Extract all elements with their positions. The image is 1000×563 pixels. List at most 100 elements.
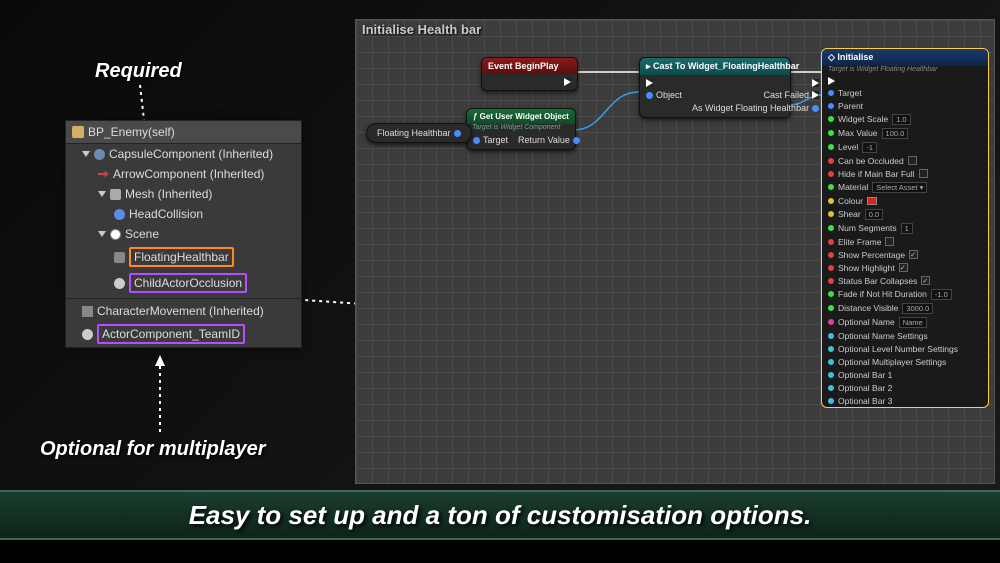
checkbox[interactable] [885, 237, 894, 246]
property-pin[interactable]: Optional Bar 3 [822, 394, 988, 407]
var-out-pin[interactable] [454, 130, 461, 137]
property-pin[interactable]: Optional Level Number Settings [822, 342, 988, 355]
property-label: Colour [838, 196, 863, 206]
checkbox[interactable] [909, 250, 918, 259]
component-item[interactable]: ActorComponent_TeamID [66, 321, 301, 347]
property-pin[interactable]: Widget Scale 1.0 [822, 112, 988, 126]
color-swatch[interactable] [867, 197, 877, 205]
pin-icon [828, 225, 834, 231]
property-pin[interactable]: Target [822, 86, 988, 99]
property-pin[interactable]: Hide if Main Bar Full [822, 167, 988, 180]
property-label: Fade if Not Hit Duration [838, 289, 927, 299]
property-label: Max Value [838, 128, 878, 138]
expand-icon[interactable] [98, 231, 106, 237]
pin-icon [828, 333, 834, 339]
property-pin[interactable]: Status Bar Collapses [822, 274, 988, 287]
pin-icon [828, 305, 834, 311]
checkbox[interactable] [899, 263, 908, 272]
component-item[interactable]: ArrowComponent (Inherited) [66, 164, 301, 184]
exec-in-pin[interactable] [646, 79, 682, 87]
property-pin[interactable]: Optional Bar 1 [822, 368, 988, 381]
bottom-banner: Easy to set up and a ton of customisatio… [0, 490, 1000, 540]
component-item[interactable]: ChildActorOcclusion [66, 270, 301, 296]
property-pin[interactable]: Shear 0.0 [822, 207, 988, 221]
property-pin[interactable]: Elite Frame [822, 235, 988, 248]
property-pin[interactable]: Optional Bar 2 [822, 381, 988, 394]
property-pin[interactable]: Num Segments 1 [822, 221, 988, 235]
cast-failed-pin[interactable]: Cast Failed [764, 90, 820, 100]
property-pin[interactable]: Parent [822, 99, 988, 112]
cast-out-pin[interactable]: As Widget Floating Healthbar [692, 103, 819, 113]
value-input[interactable]: -1.0 [931, 289, 952, 300]
pin-icon [828, 265, 834, 271]
return-pin[interactable]: Return Value [518, 135, 580, 145]
component-item[interactable]: HeadCollision [66, 204, 301, 224]
component-item[interactable]: CharacterMovement (Inherited) [66, 301, 301, 321]
blueprint-graph[interactable]: Initialise Health bar Event BeginPlay ▸ … [355, 19, 995, 484]
node-variable[interactable]: Floating Healthbar [366, 123, 472, 143]
component-item[interactable]: FloatingHealthbar [66, 244, 301, 270]
sphere-icon [114, 209, 125, 220]
property-label: Can be Occluded [838, 156, 904, 166]
property-label: Widget Scale [838, 114, 888, 124]
asset-picker[interactable]: Select Asset ▾ [872, 182, 927, 193]
checkbox[interactable] [908, 156, 917, 165]
expand-icon[interactable] [82, 151, 90, 157]
node-initialise[interactable]: ◇ Initialise Target is Widget Floating H… [821, 48, 989, 408]
property-label: Material [838, 182, 868, 192]
exec-in-pin[interactable] [822, 75, 988, 86]
property-pin[interactable]: Max Value 100.0 [822, 126, 988, 140]
value-input[interactable]: 1 [901, 223, 913, 234]
property-pin[interactable]: Optional Multiplayer Settings [822, 355, 988, 368]
node-get-widget[interactable]: ƒ Get User Widget Object Target is Widge… [466, 108, 576, 150]
node-begin-play[interactable]: Event BeginPlay [481, 57, 578, 91]
expand-icon[interactable] [98, 191, 106, 197]
component-item[interactable]: Mesh (Inherited) [66, 184, 301, 204]
pin-icon [828, 184, 834, 190]
value-input[interactable]: 100.0 [882, 128, 909, 139]
component-label: ChildActorOcclusion [129, 273, 247, 293]
property-pin[interactable]: Level -1 [822, 140, 988, 154]
component-root[interactable]: BP_Enemy(self) [66, 121, 301, 144]
property-label: Parent [838, 101, 863, 111]
component-label: CapsuleComponent (Inherited) [109, 147, 273, 161]
property-pin[interactable]: Can be Occluded [822, 154, 988, 167]
property-pin[interactable]: Show Highlight [822, 261, 988, 274]
node-cast[interactable]: ▸ Cast To Widget_FloatingHealthbar Objec… [639, 57, 791, 118]
value-input[interactable]: 0.0 [865, 209, 883, 220]
value-input[interactable]: 3000.0 [902, 303, 933, 314]
property-pin[interactable]: Colour [822, 194, 988, 207]
property-label: Show Highlight [838, 263, 895, 273]
property-label: Optional Level Number Settings [838, 344, 958, 354]
target-pin[interactable]: Target [473, 135, 508, 145]
pin-icon [828, 116, 834, 122]
checkbox[interactable] [921, 276, 930, 285]
pin-icon [828, 398, 834, 404]
value-input[interactable]: 1.0 [892, 114, 910, 125]
property-label: Status Bar Collapses [838, 276, 917, 286]
component-item[interactable]: Scene [66, 224, 301, 244]
value-input[interactable]: Name [899, 317, 927, 328]
property-pin[interactable]: Material Select Asset ▾ [822, 180, 988, 194]
property-pin[interactable]: Show Percentage [822, 248, 988, 261]
property-label: Optional Name [838, 317, 895, 327]
value-input[interactable]: -1 [862, 142, 877, 153]
object-pin[interactable]: Object [646, 90, 682, 100]
property-pin[interactable]: Optional Name Name [822, 315, 988, 329]
component-item[interactable]: CapsuleComponent (Inherited) [66, 144, 301, 164]
property-pin[interactable]: Fade if Not Hit Duration -1.0 [822, 287, 988, 301]
pin-icon [828, 385, 834, 391]
pin-icon [828, 90, 834, 96]
property-pin[interactable]: Distance Visible 3000.0 [822, 301, 988, 315]
property-pin[interactable]: Optional Name Settings [822, 329, 988, 342]
exec-out-pin[interactable] [812, 79, 819, 87]
pin-icon [828, 359, 834, 365]
property-label: Optional Multiplayer Settings [838, 357, 946, 367]
pin-icon [828, 158, 834, 164]
node-header: ▸ Cast To Widget_FloatingHealthbar [640, 58, 790, 75]
exec-pin-icon[interactable] [564, 78, 571, 86]
property-label: Shear [838, 209, 861, 219]
property-label: Optional Bar 3 [838, 396, 892, 406]
pin-icon [828, 144, 834, 150]
checkbox[interactable] [919, 169, 928, 178]
